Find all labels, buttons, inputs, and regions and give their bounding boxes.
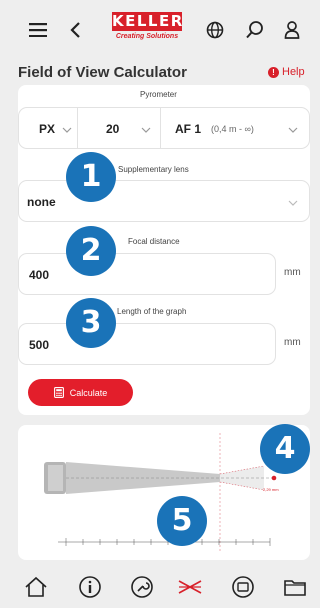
pyrometer-series-value: PX (39, 122, 56, 136)
graph-length-unit: mm (284, 337, 301, 348)
menu-icon[interactable] (26, 18, 50, 42)
supplementary-lens-select[interactable]: none (18, 180, 310, 222)
pyrometer-model-value: 20 (106, 122, 120, 136)
help-icon: ! (268, 66, 279, 78)
focal-distance-value: 400 (29, 268, 50, 282)
graph-length-input[interactable]: 500 (18, 323, 276, 365)
back-chevron-icon[interactable] (64, 18, 88, 42)
graph-length-label: Length of the graph (117, 307, 187, 316)
chevron-down-icon (288, 200, 298, 206)
spot-marker (271, 475, 277, 481)
calculator-form-card: Pyrometer PX 20 AF 1 (0,4 m - ∞) Supplem… (18, 85, 310, 415)
pyrometer-label: Pyrometer (140, 90, 177, 99)
globe-icon[interactable] (203, 18, 227, 42)
top-bar: KELLER Creating Solutions (0, 0, 310, 58)
user-icon[interactable] (280, 18, 304, 42)
page-title: Field of View Calculator (18, 64, 187, 81)
focal-distance-unit: mm (284, 267, 301, 278)
focal-distance-label: Focal distance (128, 237, 180, 246)
logo-tagline: Creating Solutions (115, 33, 179, 40)
annotation-badge-1: 1 (66, 152, 116, 202)
calculate-button[interactable]: Calculate (28, 379, 133, 406)
chevron-down-icon (288, 127, 298, 133)
supplementary-lens-value: none (27, 195, 56, 209)
search-icon[interactable] (243, 18, 267, 42)
pyrometer-body-highlight (48, 465, 63, 491)
graph-length-value: 500 (29, 338, 50, 352)
annotation-badge-4: 4 (260, 424, 310, 474)
keller-logo: KELLER Creating Solutions (112, 12, 182, 48)
pyrometer-optics-name: AF 1 (175, 122, 202, 136)
bottom-navigation (0, 565, 310, 608)
focal-distance-input[interactable]: 400 (18, 253, 276, 295)
annotation-badge-3: 3 (66, 298, 116, 348)
wrench-icon[interactable] (128, 573, 156, 601)
annotation-badge-2: 2 (66, 226, 116, 276)
pyrometer-series-select[interactable]: PX (18, 107, 78, 149)
pyrometer-optics-select[interactable]: AF 1 (0,4 m - ∞) (160, 107, 310, 149)
annotation-badge-5: 5 (157, 496, 207, 546)
help-label: Help (282, 66, 305, 78)
chevron-down-icon (62, 127, 72, 133)
supplementary-lens-label: Supplementary lens (118, 165, 189, 174)
title-row: Field of View Calculator ! Help (0, 62, 310, 84)
device-icon[interactable] (229, 573, 257, 601)
help-link[interactable]: ! Help (268, 66, 305, 78)
field-of-view-icon[interactable] (176, 573, 204, 601)
folder-icon[interactable] (281, 573, 309, 601)
pyrometer-model-select[interactable]: 20 (77, 107, 161, 149)
chevron-down-icon (141, 127, 151, 133)
spot-size-label: 2,29 mm (263, 487, 279, 492)
info-icon[interactable] (76, 573, 104, 601)
home-icon[interactable] (22, 573, 50, 601)
pyrometer-optics-range: (0,4 m - ∞) (211, 124, 254, 134)
calculator-icon (53, 387, 64, 398)
calculate-label: Calculate (69, 387, 108, 398)
logo-wordmark: KELLER (112, 12, 184, 31)
